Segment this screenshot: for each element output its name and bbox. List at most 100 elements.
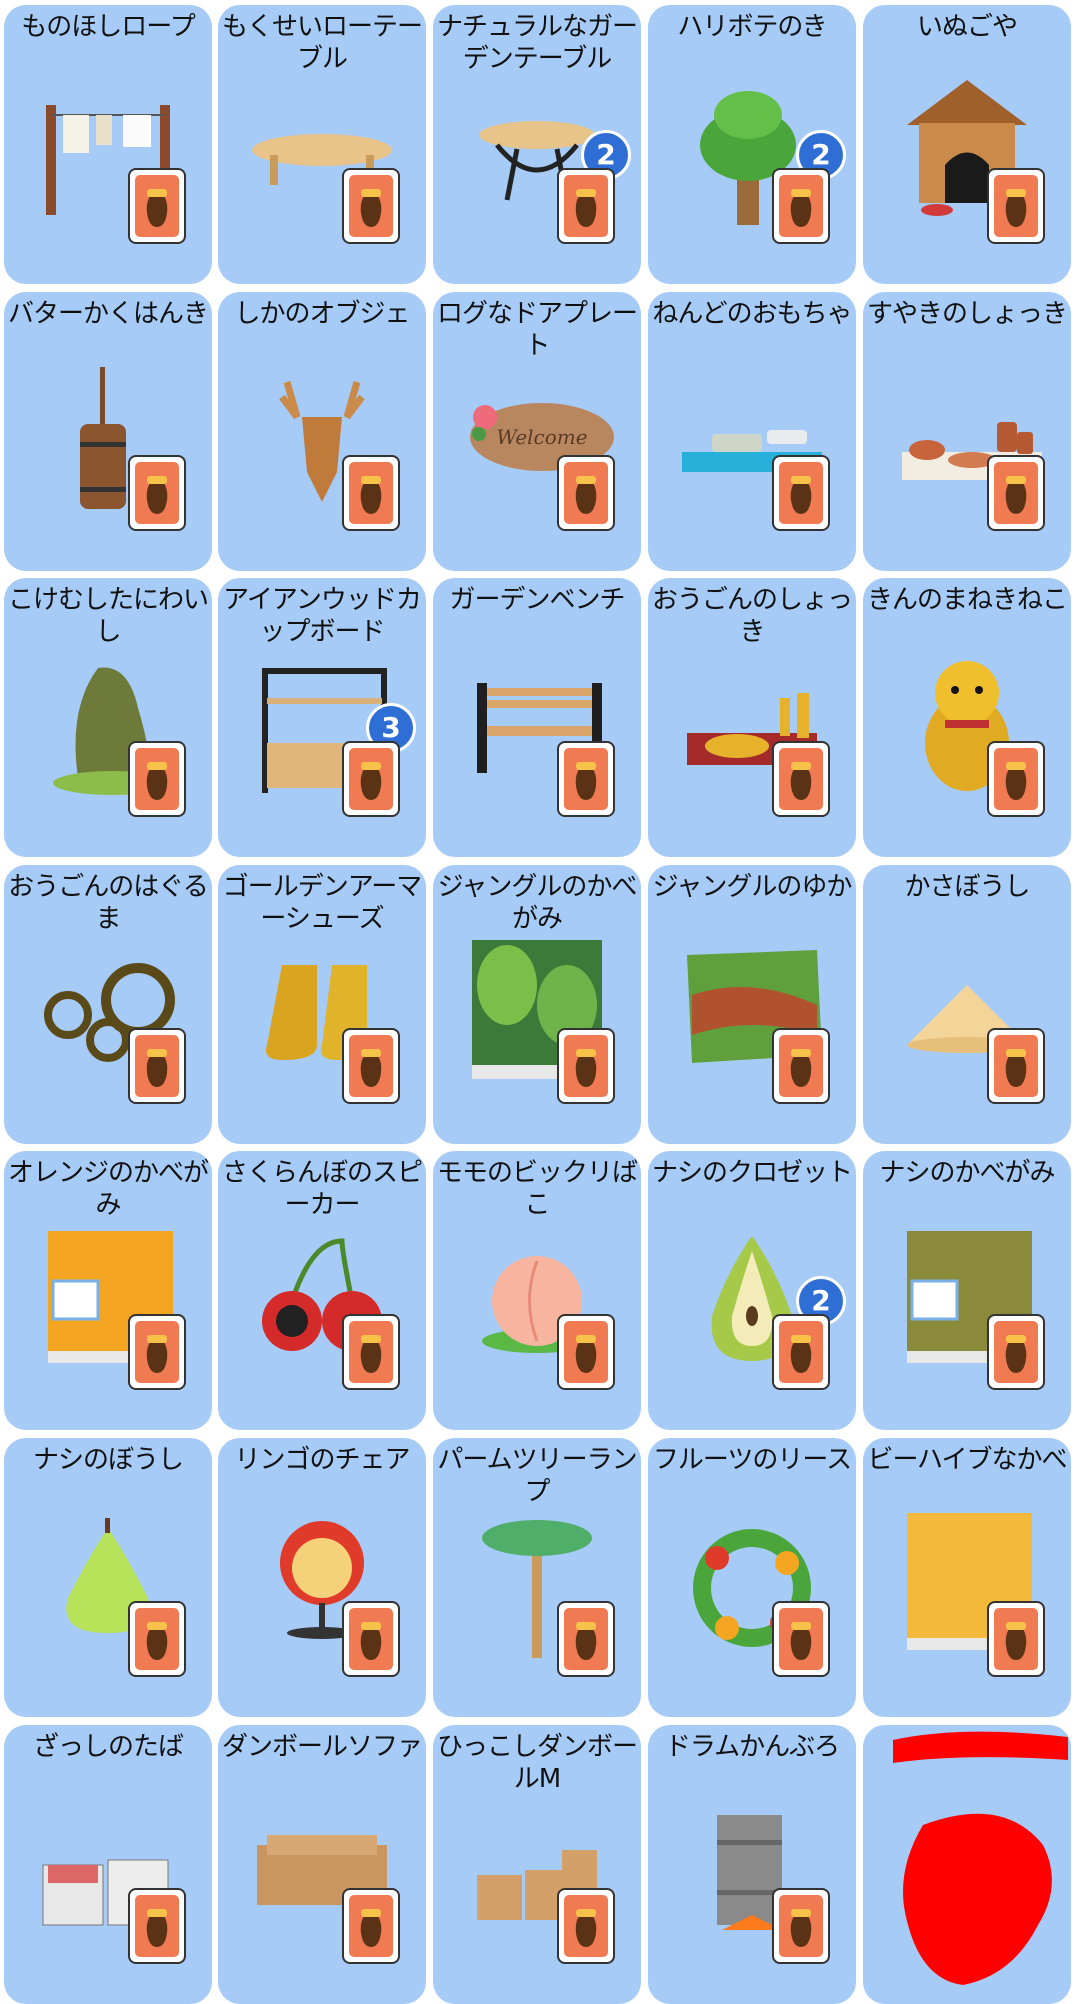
diy-recipe-icon bbox=[127, 167, 187, 245]
recipe-card[interactable]: ひっこしダンボールM bbox=[433, 1725, 641, 2004]
recipe-card[interactable]: ナチュラルなガーデンテーブル 2 bbox=[433, 5, 641, 284]
recipe-card[interactable]: きんのまねきねこ bbox=[863, 578, 1071, 857]
diy-recipe-icon bbox=[556, 1313, 616, 1391]
diy-recipe-icon bbox=[127, 1600, 187, 1678]
diy-recipe-icon bbox=[127, 740, 187, 818]
diy-recipe-icon bbox=[341, 1887, 401, 1965]
recipe-card[interactable]: ログなドアプレート Welcome bbox=[433, 292, 641, 571]
item-name: もくせいローテーブル bbox=[221, 12, 423, 74]
item-name: ダンボールソファ bbox=[221, 1732, 423, 1762]
diy-recipe-icon bbox=[556, 1600, 616, 1678]
diy-recipe-icon bbox=[986, 1600, 1046, 1678]
recipe-card[interactable]: バターかくはんき bbox=[4, 292, 212, 571]
recipe-card[interactable]: しかのオブジェ bbox=[218, 292, 426, 571]
diy-recipe-icon bbox=[341, 454, 401, 532]
recipe-card[interactable]: ナシのかべがみ bbox=[863, 1151, 1071, 1430]
recipe-card[interactable]: さくらんぼのスピーカー bbox=[218, 1151, 426, 1430]
item-name: ナチュラルなガーデンテーブル bbox=[436, 12, 638, 74]
item-name: しかのオブジェ bbox=[234, 299, 410, 329]
item-name: ログなドアプレート bbox=[436, 299, 638, 361]
recipe-card[interactable]: ビーハイブなかべ bbox=[863, 1438, 1071, 1717]
recipe-card[interactable]: ジャングルのかべがみ bbox=[433, 865, 641, 1144]
svg-text:Welcome: Welcome bbox=[496, 425, 587, 449]
diy-recipe-icon bbox=[127, 1027, 187, 1105]
diy-recipe-icon bbox=[556, 454, 616, 532]
diy-recipe-icon bbox=[127, 1887, 187, 1965]
diy-recipe-icon bbox=[986, 454, 1046, 532]
recipe-card[interactable]: もくせいローテーブル bbox=[218, 5, 426, 284]
recipe-card[interactable]: ジャングルのゆか bbox=[648, 865, 856, 1144]
recipe-card[interactable]: ねんどのおもちゃ bbox=[648, 292, 856, 571]
recipe-card[interactable]: モモのビックリばこ bbox=[433, 1151, 641, 1430]
item-name: おうごんのはぐるま bbox=[8, 872, 208, 934]
item-name: ジャングルのかべがみ bbox=[437, 872, 638, 934]
recipe-card[interactable]: ナシのぼうし bbox=[4, 1438, 212, 1717]
item-name: ものほしロープ bbox=[21, 12, 195, 42]
item-name: きんのまねきねこ bbox=[866, 585, 1068, 615]
item-name: ビーハイブなかべ bbox=[867, 1445, 1068, 1475]
diy-recipe-icon bbox=[986, 740, 1046, 818]
item-name: ナシのかべがみ bbox=[879, 1158, 1055, 1188]
item-name: おうごんのしょっき bbox=[651, 585, 853, 647]
item-name: ねんどのおもちゃ bbox=[652, 299, 852, 329]
diy-recipe-grid: ものほしロープ もくせいローテーブル ナチュラルなガーデンテーブル 2 ハリボテのき 2 い… bbox=[0, 0, 1075, 2004]
item-name: バターかくはんき bbox=[7, 299, 209, 329]
item-name: オレンジのかべがみ bbox=[7, 1158, 209, 1220]
item-name: フルーツのリース bbox=[652, 1445, 852, 1475]
diy-recipe-icon bbox=[771, 1600, 831, 1678]
diy-recipe-icon bbox=[986, 1027, 1046, 1105]
recipe-card[interactable]: ドラムかんぶろ bbox=[648, 1725, 856, 2004]
recipe-card[interactable] bbox=[863, 1725, 1071, 2004]
diy-recipe-icon bbox=[341, 1313, 401, 1391]
diy-recipe-icon bbox=[771, 1027, 831, 1105]
item-name: ゴールデンアーマーシューズ bbox=[222, 872, 422, 934]
recipe-card[interactable]: ゴールデンアーマーシューズ bbox=[218, 865, 426, 1144]
recipe-card[interactable]: ダンボールソファ bbox=[218, 1725, 426, 2004]
recipe-card[interactable]: ものほしロープ bbox=[4, 5, 212, 284]
recipe-card[interactable]: かさぼうし bbox=[863, 865, 1071, 1144]
diy-recipe-icon bbox=[771, 1313, 831, 1391]
diy-recipe-icon bbox=[127, 454, 187, 532]
diy-recipe-icon bbox=[771, 167, 831, 245]
diy-recipe-icon bbox=[341, 1600, 401, 1678]
recipe-card[interactable]: ざっしのたば bbox=[4, 1725, 212, 2004]
diy-recipe-icon bbox=[341, 740, 401, 818]
item-name: ナシのぼうし bbox=[32, 1445, 184, 1475]
recipe-card[interactable]: パームツリーランプ bbox=[433, 1438, 641, 1717]
item-name: モモのビックリばこ bbox=[436, 1158, 638, 1220]
diy-recipe-icon bbox=[341, 1027, 401, 1105]
recipe-card[interactable]: オレンジのかべがみ bbox=[4, 1151, 212, 1430]
item-name: すやきのしょっき bbox=[866, 299, 1068, 329]
recipe-card[interactable]: ナシのクロゼット 2 bbox=[648, 1151, 856, 1430]
recipe-card[interactable]: おうごんのしょっき bbox=[648, 578, 856, 857]
recipe-card[interactable]: リンゴのチェア bbox=[218, 1438, 426, 1717]
item-name: ハリボテのき bbox=[677, 12, 827, 42]
diy-recipe-icon bbox=[341, 167, 401, 245]
diy-recipe-icon bbox=[556, 167, 616, 245]
item-name: ナシのクロゼット bbox=[651, 1158, 853, 1188]
recipe-card[interactable]: ガーデンベンチ bbox=[433, 578, 641, 857]
recipe-card[interactable]: いぬごや bbox=[863, 5, 1071, 284]
diy-recipe-icon bbox=[556, 740, 616, 818]
recipe-card[interactable]: こけむしたにわいし bbox=[4, 578, 212, 857]
item-name: さくらんぼのスピーカー bbox=[221, 1158, 423, 1220]
diy-recipe-icon bbox=[556, 1887, 616, 1965]
recipe-card[interactable]: おうごんのはぐるま bbox=[4, 865, 212, 1144]
item-name: パームツリーランプ bbox=[437, 1445, 637, 1507]
diy-recipe-icon bbox=[986, 1313, 1046, 1391]
item-name: ざっしのたば bbox=[32, 1732, 184, 1762]
item-name: ガーデンベンチ bbox=[449, 585, 625, 615]
recipe-card[interactable]: アイアンウッドカップボード 3 bbox=[218, 578, 426, 857]
diy-recipe-icon bbox=[771, 740, 831, 818]
item-name: かさぼうし bbox=[904, 872, 1030, 902]
recipe-card[interactable]: フルーツのリース bbox=[648, 1438, 856, 1717]
recipe-card[interactable]: すやきのしょっき bbox=[863, 292, 1071, 571]
diy-recipe-icon bbox=[986, 167, 1046, 245]
diy-recipe-icon bbox=[556, 1027, 616, 1105]
recipe-card[interactable]: ハリボテのき 2 bbox=[648, 5, 856, 284]
diy-recipe-icon bbox=[771, 1887, 831, 1965]
item-name: ひっこしダンボールM bbox=[436, 1732, 638, 1794]
diy-recipe-icon bbox=[127, 1313, 187, 1391]
item-name: リンゴのチェア bbox=[234, 1445, 410, 1475]
item-name: ドラムかんぶろ bbox=[664, 1732, 840, 1762]
